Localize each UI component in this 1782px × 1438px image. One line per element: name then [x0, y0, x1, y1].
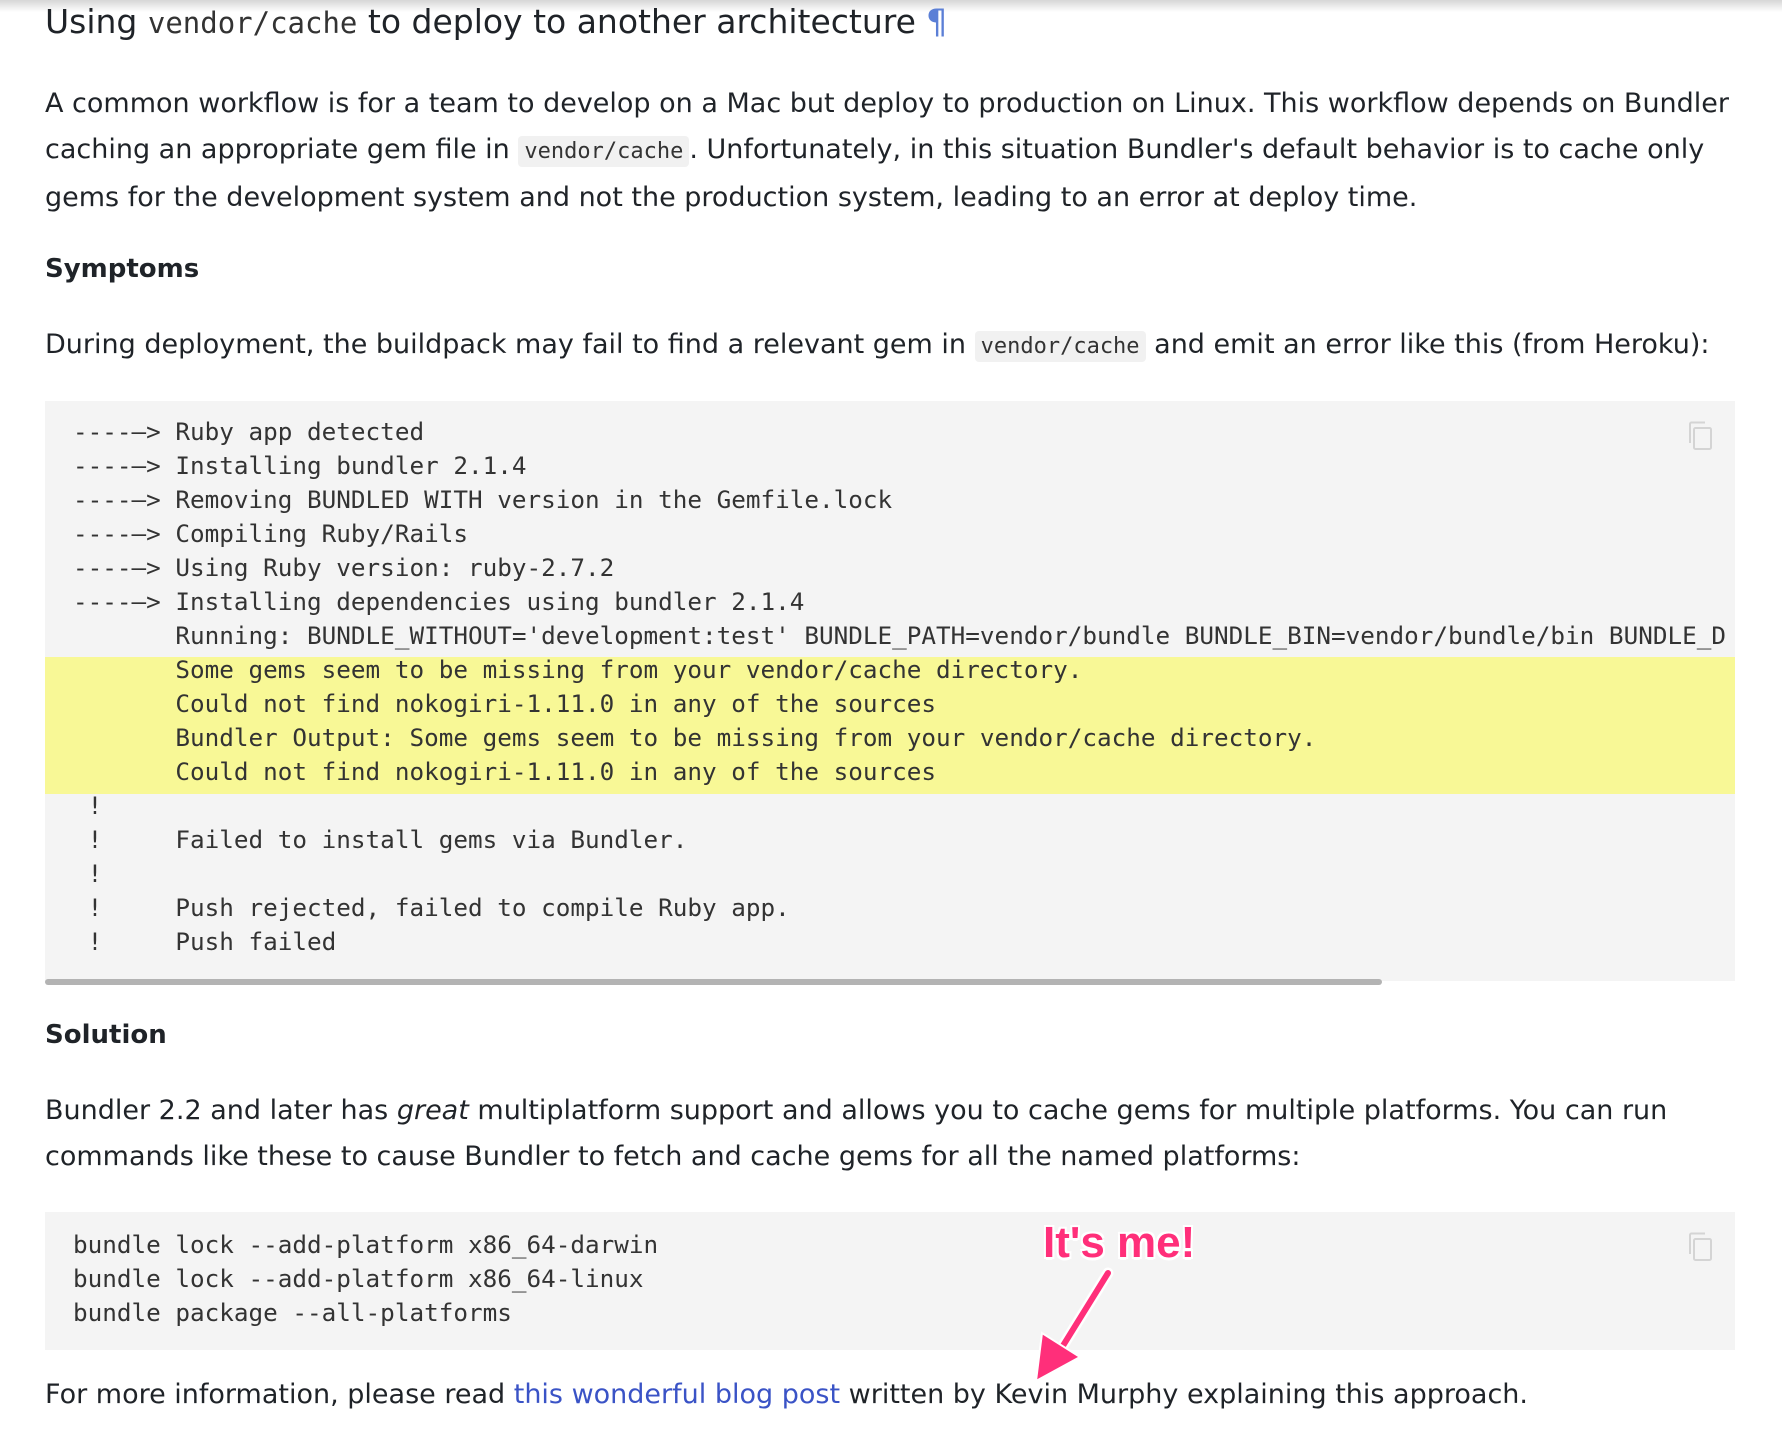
error-code-block: ----–> Ruby app detected ----–> Installi… [45, 401, 1735, 981]
code-line: ! Failed to install gems via Bundler. [73, 825, 688, 854]
code-line: Could not find nokogiri-1.11.0 in any of… [73, 689, 937, 718]
code-line: Could not find nokogiri-1.11.0 in any of… [73, 757, 937, 786]
symptoms-heading: Symptoms [45, 254, 200, 284]
code-line: Running: BUNDLE_WITHOUT='development:tes… [73, 621, 1726, 650]
heading-anchor-link[interactable]: ¶ [926, 2, 948, 42]
copy-icon[interactable] [1685, 1230, 1717, 1264]
solution-code-block: bundle lock --add-platform x86_64-darwin… [45, 1212, 1735, 1350]
code-line: bundle package --all-platforms [73, 1298, 512, 1327]
code-line: ! [73, 791, 103, 820]
solution-text-1: Bundler 2.2 and later has [45, 1095, 397, 1126]
symptoms-inline-code: vendor/cache [974, 331, 1146, 362]
code-line: ! [73, 859, 103, 888]
solution-emphasis: great [396, 1095, 469, 1126]
annotation-label: It's me! [1043, 1218, 1196, 1267]
code-line: Bundler Output: Some gems seem to be mis… [73, 723, 1317, 752]
symptoms-text-2: and emit an error like this (from Heroku… [1145, 329, 1710, 360]
horizontal-scrollbar[interactable] [45, 979, 1382, 985]
intro-paragraph: A common workflow is for a team to devel… [45, 81, 1735, 221]
code-line: bundle lock --add-platform x86_64-linux [73, 1264, 644, 1293]
intro-inline-code: vendor/cache [518, 136, 690, 167]
code-line: ----–> Installing bundler 2.1.4 [73, 451, 527, 480]
heading-suffix: to deploy to another architecture [357, 2, 916, 41]
symptoms-text-1: During deployment, the buildpack may fai… [45, 329, 975, 360]
footer-text-1: For more information, please read [45, 1379, 514, 1410]
code-line: ----–> Installing dependencies using bun… [73, 587, 805, 616]
footer-paragraph: For more information, please read this w… [45, 1372, 1735, 1418]
code-line: ! Push failed [73, 927, 337, 956]
solution-heading: Solution [45, 1020, 167, 1050]
code-line: ----–> Compiling Ruby/Rails [73, 519, 468, 548]
copy-icon[interactable] [1685, 419, 1717, 453]
code-line: Some gems seem to be missing from your v… [73, 655, 1083, 684]
annotation-arrow-icon [1034, 1267, 1114, 1383]
code-line: bundle lock --add-platform x86_64-darwin [73, 1230, 659, 1259]
heading-prefix: Using [45, 2, 148, 41]
footer-text-2: written by Kevin Murphy explaining this … [840, 1379, 1528, 1410]
section-heading: Using vendor/cache to deploy to another … [45, 2, 948, 42]
code-line: ----–> Removing BUNDLED WITH version in … [73, 485, 893, 514]
blog-post-link[interactable]: this wonderful blog post [514, 1379, 840, 1410]
code-line: ! Push rejected, failed to compile Ruby … [73, 893, 790, 922]
code-line: ----–> Using Ruby version: ruby-2.7.2 [73, 553, 615, 582]
solution-paragraph: Bundler 2.2 and later has great multipla… [45, 1088, 1735, 1180]
code-line: ----–> Ruby app detected [73, 417, 425, 446]
symptoms-paragraph: During deployment, the buildpack may fai… [45, 322, 1735, 370]
heading-code: vendor/cache [147, 6, 358, 40]
